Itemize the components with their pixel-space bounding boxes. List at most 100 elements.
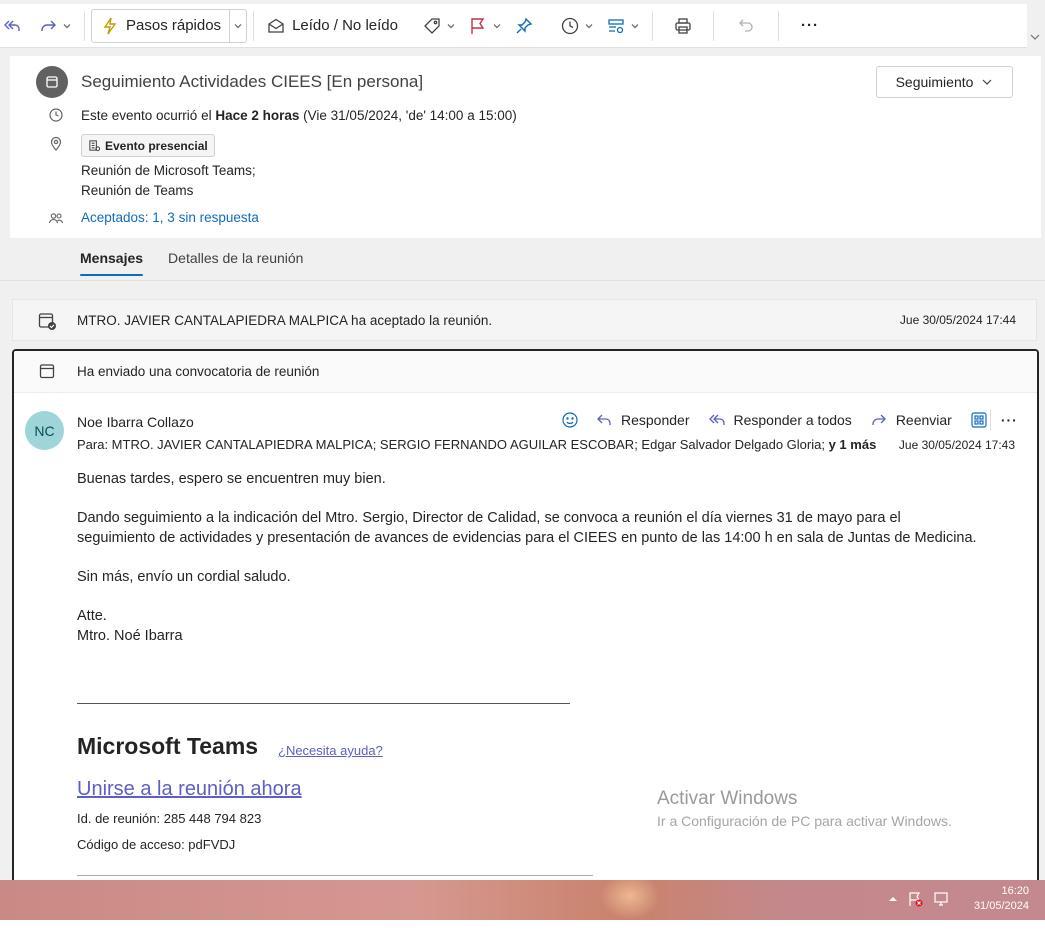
taskbar-wallpaper-glow (600, 880, 660, 920)
in-person-event-chip: Evento presencial (81, 134, 215, 157)
envelope-open-icon (266, 16, 286, 36)
toolbar-divider (712, 10, 714, 41)
smiley-icon (561, 411, 579, 429)
reply-all-label: Responder a todos (733, 412, 852, 428)
body-greeting: Buenas tardes, espero se encuentren muy … (77, 471, 386, 487)
clock-time: 16:20 (1001, 885, 1029, 897)
forward-button[interactable]: Reenviar (870, 411, 952, 429)
signature-atte: Atte. (77, 608, 107, 624)
rules-button[interactable] (600, 9, 646, 43)
chevron-down-icon (630, 21, 640, 31)
clock-date: 31/05/2024 (973, 900, 1029, 912)
reply-icon (595, 411, 613, 429)
toolbar-divider (651, 10, 653, 41)
message-date: Jue 30/05/2024 17:43 (898, 438, 1015, 452)
taskbar: 16:20 31/05/2024 (0, 880, 1045, 920)
tag-icon (422, 16, 442, 36)
divider-line (77, 875, 593, 876)
undo-icon (736, 16, 756, 36)
pin-icon (514, 16, 534, 36)
network-icon[interactable] (932, 890, 950, 908)
join-meeting-link[interactable]: Unirse a la reunión ahora (77, 778, 302, 801)
forward-icon (38, 16, 58, 36)
reply-label: Responder (621, 412, 690, 428)
pin-button[interactable] (508, 9, 540, 43)
calendar-accepted-icon (37, 311, 57, 331)
more-recipients-link[interactable]: y 1 más (829, 437, 877, 452)
snooze-button[interactable] (554, 9, 600, 43)
more-actions-button[interactable]: ··· (1001, 412, 1018, 428)
accepted-date: Jue 30/05/2024 17:44 (899, 313, 1016, 327)
tab-messages[interactable]: Mensajes (80, 250, 144, 276)
follow-up-button[interactable]: Seguimiento (876, 66, 1013, 98)
quick-steps-button[interactable]: Pasos rápidos (91, 8, 248, 43)
event-time-prefix: Este evento ocurrió el (81, 108, 212, 123)
message-actions: Responder Responder a todos Reenviar ··· (561, 408, 1036, 432)
location-line-2: Reunión de Teams (81, 183, 194, 198)
signature-name: Mtro. Noé Ibarra (77, 628, 183, 644)
invitation-text: Ha enviado una convocatoria de reunión (77, 364, 320, 379)
event-time-relative: Hace 2 horas (215, 108, 300, 123)
show-hidden-icons-icon[interactable] (888, 894, 898, 904)
accepted-notification-row[interactable]: MTRO. JAVIER CANTALAPIEDRA MALPICA ha ac… (12, 299, 1037, 341)
printer-icon (673, 16, 693, 36)
meeting-id: Id. de reunión: 285 448 794 823 (77, 811, 262, 826)
event-time-detail: (Vie 31/05/2024, 'de' 14:00 a 15:00) (303, 108, 517, 123)
flag-icon (468, 16, 488, 36)
system-tray: 16:20 31/05/2024 (888, 884, 1029, 914)
body-main: Dando seguimiento a la indicación del Mt… (77, 510, 977, 546)
flag-button[interactable] (462, 9, 508, 43)
apps-button[interactable] (970, 411, 988, 429)
bottom-strip (0, 920, 1045, 936)
quick-steps-label: Pasos rápidos (126, 17, 222, 34)
read-unread-label: Leído / No leído (292, 17, 398, 34)
forward-label: Reenviar (895, 412, 952, 428)
clock-icon (46, 105, 66, 125)
event-time: Este evento ocurrió el Hace 2 horas (Vie… (81, 108, 517, 123)
quick-steps-main[interactable]: Pasos rápidos (92, 9, 231, 42)
people-icon (46, 208, 66, 228)
calendar-icon (36, 66, 68, 98)
lightning-icon (100, 16, 120, 36)
forward-icon (870, 411, 888, 429)
tab-list: Mensajes Detalles de la reunión (80, 250, 303, 276)
action-center-flag-icon[interactable] (906, 890, 924, 908)
toolbar-divider (84, 10, 85, 41)
tabs-divider (0, 280, 1045, 281)
help-link[interactable]: ¿Necesita ayuda? (278, 743, 383, 758)
reply-all-icon (2, 16, 22, 36)
invitation-row: Ha enviado una convocatoria de reunión (14, 351, 1037, 393)
tab-meeting-details[interactable]: Detalles de la reunión (168, 250, 303, 276)
more-actions-label: ··· (1000, 412, 1018, 428)
access-code: Código de acceso: pdFVDJ (77, 837, 236, 852)
building-icon (88, 139, 101, 152)
chevron-down-icon (584, 21, 594, 31)
chevron-down-icon (233, 21, 243, 31)
in-person-event-label: Evento presencial (105, 138, 208, 153)
location-line-1: Reunión de Microsoft Teams; (81, 163, 256, 178)
chevron-down-icon (62, 21, 72, 31)
read-unread-button[interactable]: Leído / No leído (260, 9, 404, 43)
reply-button[interactable]: Responder (595, 411, 690, 429)
more-options-label: ··· (800, 17, 819, 34)
chevron-down-icon[interactable] (1029, 30, 1041, 42)
quick-steps-dropdown[interactable] (230, 21, 246, 31)
recipients-line: Para: MTRO. JAVIER CANTALAPIEDRA MALPICA… (77, 437, 876, 452)
reply-all-button[interactable]: Responder a todos (708, 411, 852, 429)
reply-all-button[interactable] (0, 9, 32, 43)
activation-watermark-subtitle: Ir a Configuración de PC para activar Wi… (657, 813, 952, 829)
react-button[interactable] (561, 411, 579, 429)
chevron-down-icon (981, 76, 993, 88)
activation-watermark-title: Activar Windows (657, 788, 798, 809)
forward-button[interactable] (32, 9, 78, 43)
system-clock[interactable]: 16:20 31/05/2024 (974, 884, 1029, 914)
more-options-button[interactable]: ··· (795, 9, 825, 43)
attendees-link[interactable]: Aceptados: 1, 3 sin respuesta (81, 210, 259, 225)
avatar[interactable]: NC (25, 411, 64, 450)
undo-button[interactable] (730, 9, 762, 43)
print-button[interactable] (667, 9, 699, 43)
categorize-button[interactable] (416, 9, 462, 43)
chevron-down-icon (492, 21, 502, 31)
actions-divider (989, 410, 991, 430)
sender-name[interactable]: Noe Ibarra Collazo (77, 414, 194, 430)
